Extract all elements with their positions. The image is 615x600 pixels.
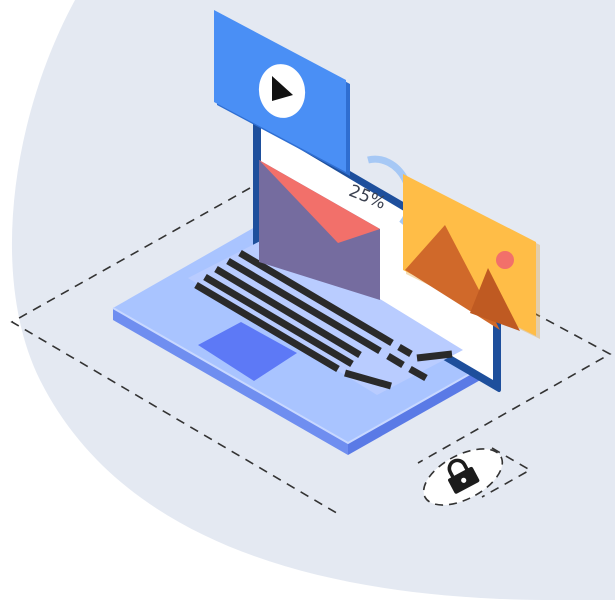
laptop-security-illustration: 25% bbox=[0, 0, 615, 600]
